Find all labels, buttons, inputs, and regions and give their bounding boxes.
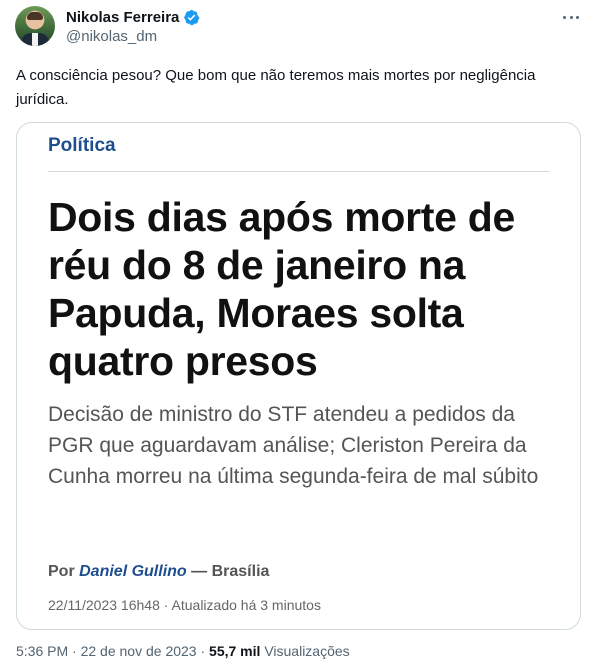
more-options-icon[interactable] (561, 8, 581, 26)
author-handle[interactable]: @nikolas_dm (66, 28, 157, 45)
meta-separator: · (72, 643, 77, 659)
card-subheadline: Decisão de ministro do STF atendeu a ped… (48, 403, 539, 488)
more-dot (563, 15, 566, 19)
card-section-label: Política (48, 135, 116, 156)
tweet-text: A consciência pesou? Que bom que não ter… (16, 67, 536, 108)
tweet-date[interactable]: 22 de nov de 2023 (81, 643, 197, 659)
tweet: Nikolas Ferreira @nikolas_dm A consciênc… (0, 0, 593, 670)
author-display-name[interactable]: Nikolas Ferreira (66, 9, 179, 26)
byline-separator: — (191, 563, 208, 580)
more-dot (576, 15, 579, 19)
card-dateline: 22/11/2023 16h48 · Atualizado há 3 minut… (48, 597, 321, 613)
meta-separator: · (200, 643, 206, 659)
tweet-meta: 5:36 PM · 22 de nov de 2023 · 55,7 mil V… (16, 643, 350, 659)
verified-badge-icon (184, 9, 200, 25)
byline-location: Brasília (211, 563, 270, 580)
views-label: Visualizações (264, 643, 350, 659)
byline-prefix: Por (48, 563, 75, 580)
avatar-hair (27, 12, 43, 20)
avatar-shirt (32, 33, 38, 46)
card-byline: Por Daniel Gullino — Brasília (48, 563, 269, 581)
tweet-time[interactable]: 5:36 PM (16, 643, 68, 659)
byline-author: Daniel Gullino (79, 563, 187, 580)
link-preview-card[interactable]: Política Dois dias após morte de réu do … (16, 122, 581, 630)
views-count[interactable]: 55,7 mil (209, 643, 260, 659)
avatar[interactable] (15, 6, 55, 46)
card-headline: Dois dias após morte de réu do 8 de jane… (48, 194, 516, 384)
more-dot (569, 15, 573, 19)
card-divider (48, 171, 550, 172)
author-name-row: Nikolas Ferreira (66, 8, 200, 26)
